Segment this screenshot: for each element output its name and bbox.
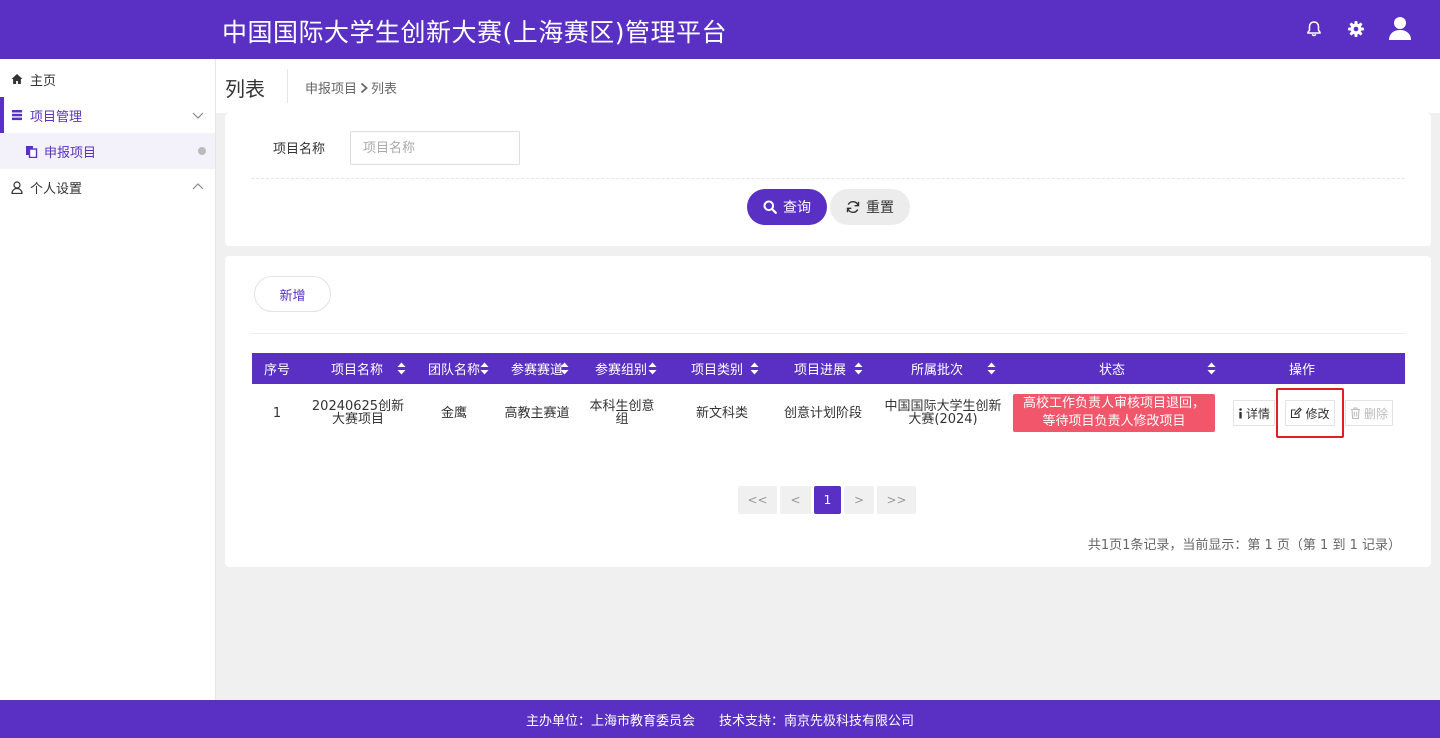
bell-icon[interactable]: [1303, 18, 1325, 40]
breadcrumb-item: 列表: [371, 82, 398, 97]
sidebar-item-label: 个人设置: [30, 181, 83, 197]
reset-button-label: 重置: [866, 199, 894, 215]
footer-host: 主办单位：上海市教育委员会: [525, 713, 695, 729]
column-header-track[interactable]: 参赛赛道: [507, 353, 567, 384]
sort-icon[interactable]: [397, 362, 406, 375]
info-icon: [1239, 407, 1242, 418]
main-content: 列表 申报项目 列表 项目名称 查询 重置 新增 序号 项目名称: [216, 59, 1440, 700]
sidebar-item-label: 申报项目: [44, 145, 97, 161]
project-name-input[interactable]: [350, 131, 520, 165]
sidebar-item-label: 项目管理: [30, 109, 83, 125]
detail-button[interactable]: 详情: [1233, 400, 1275, 426]
reset-button[interactable]: 重置: [830, 189, 910, 225]
current-page-button[interactable]: 1: [814, 486, 841, 514]
header-divider: [287, 69, 288, 103]
sort-icon[interactable]: [987, 362, 996, 375]
chevron-down-icon: [192, 109, 204, 121]
top-bar: 中国国际大学生创新大赛(上海赛区)管理平台: [0, 0, 1440, 59]
column-header-actions: 操作: [1288, 363, 1315, 378]
table-header: 序号 项目名称 团队名称 参赛赛道 参赛组别 项目类别 项目进展 所属批次 状态…: [252, 353, 1405, 384]
cell-index: 1: [272, 405, 282, 421]
sort-icon[interactable]: [854, 362, 863, 375]
edit-button[interactable]: 修改: [1285, 400, 1335, 426]
gear-icon[interactable]: [1345, 18, 1367, 40]
sort-icon[interactable]: [560, 362, 569, 375]
query-button-label: 查询: [783, 199, 811, 215]
next-page-button[interactable]: >: [844, 486, 874, 514]
last-page-button[interactable]: >>: [877, 486, 916, 514]
pagination-summary: 共1页1条记录，当前显示：第 1 页（第 1 到 1 记录）: [1087, 538, 1401, 553]
column-header-status[interactable]: 状态: [1082, 353, 1142, 384]
pagination: << < 1 > >>: [738, 486, 916, 514]
page-header: 列表 申报项目 列表: [216, 59, 1440, 113]
sort-icon[interactable]: [648, 362, 657, 375]
cell-progress: 创意计划阶段: [783, 405, 862, 421]
page-title: 列表: [225, 77, 265, 101]
search-panel: 项目名称 查询 重置: [225, 113, 1431, 246]
breadcrumb: 申报项目 列表: [305, 78, 397, 97]
first-page-button[interactable]: <<: [738, 486, 777, 514]
prev-page-button[interactable]: <: [780, 486, 811, 514]
sidebar-item-project-management[interactable]: 项目管理: [0, 97, 215, 133]
chevron-right-icon: [359, 82, 369, 94]
divider: [251, 178, 1405, 179]
add-button[interactable]: 新增: [254, 276, 331, 312]
sidebar-item-label: 主页: [30, 73, 57, 89]
cell-batch: 中国国际大学生创新大赛(2024): [884, 399, 1002, 427]
status-badge: 高校工作负责人审核项目退回，等待项目负责人修改项目: [1013, 394, 1215, 432]
divider: [251, 333, 1405, 334]
table-row: 1 20240625创新大赛项目 金鹰 高教主赛道 本科生创意组 新文科类 创意…: [252, 384, 1405, 442]
sidebar-item-apply-project[interactable]: 申报项目: [0, 133, 215, 169]
app-title: 中国国际大学生创新大赛(上海赛区)管理平台: [222, 18, 728, 47]
edit-icon: [1291, 407, 1303, 419]
column-header-index: 序号: [263, 363, 290, 378]
query-button[interactable]: 查询: [747, 189, 827, 225]
column-header-team-name[interactable]: 团队名称: [424, 353, 484, 384]
user-icon: [10, 180, 24, 194]
home-icon: [10, 72, 24, 86]
edit-button-label: 修改: [1305, 406, 1330, 421]
list-panel: 新增 序号 项目名称 团队名称 参赛赛道 参赛组别 项目类别 项目进展 所属批次…: [225, 256, 1431, 567]
column-header-progress[interactable]: 项目进展: [787, 353, 853, 384]
refresh-icon: [846, 200, 860, 214]
list-icon: [10, 108, 24, 122]
trash-icon: [1350, 407, 1360, 419]
sidebar-item-personal-settings[interactable]: 个人设置: [0, 169, 215, 205]
sort-icon[interactable]: [750, 362, 759, 375]
sort-icon[interactable]: [1207, 362, 1216, 375]
project-table: 序号 项目名称 团队名称 参赛赛道 参赛组别 项目类别 项目进展 所属批次 状态…: [252, 353, 1405, 442]
footer-support: 技术支持：南京先极科技有限公司: [719, 713, 915, 729]
cell-team-name: 金鹰: [440, 405, 467, 421]
column-header-batch[interactable]: 所属批次: [907, 353, 967, 384]
delete-button[interactable]: 删除: [1345, 400, 1393, 426]
footer: 主办单位：上海市教育委员会 技术支持：南京先极科技有限公司: [0, 700, 1440, 738]
breadcrumb-item[interactable]: 申报项目: [305, 78, 357, 97]
chevron-up-icon: [192, 181, 204, 193]
column-header-group[interactable]: 参赛组别: [590, 353, 652, 384]
cell-category: 新文科类: [695, 405, 748, 421]
user-avatar-icon[interactable]: [1386, 14, 1414, 42]
cell-project-name: 20240625创新大赛项目: [311, 399, 405, 427]
copy-icon: [24, 144, 38, 158]
sidebar-item-home[interactable]: 主页: [0, 61, 215, 97]
search-icon: [763, 200, 777, 214]
project-name-label: 项目名称: [273, 142, 326, 157]
delete-button-label: 删除: [1363, 406, 1388, 421]
column-header-category[interactable]: 项目类别: [684, 353, 750, 384]
detail-button-label: 详情: [1245, 406, 1270, 421]
sort-icon[interactable]: [480, 362, 489, 375]
cell-group: 本科生创意组: [589, 399, 655, 427]
active-dot: [198, 147, 206, 155]
column-header-project-name[interactable]: 项目名称: [312, 353, 402, 384]
cell-track: 高教主赛道: [504, 405, 570, 421]
sidebar: 主页 项目管理 申报项目 个人设置: [0, 59, 216, 700]
